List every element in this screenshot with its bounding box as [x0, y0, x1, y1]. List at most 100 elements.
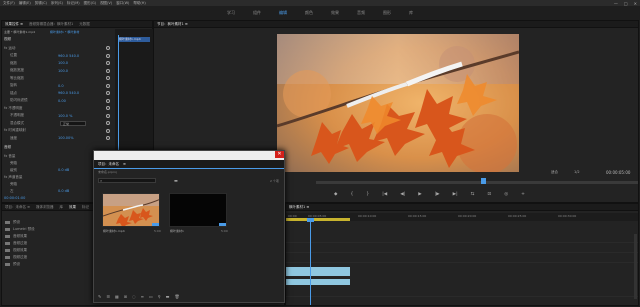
new-item-icon[interactable]: ▭	[149, 294, 153, 299]
track-a2[interactable]	[286, 288, 638, 297]
list-item[interactable]: 视频效果	[5, 247, 35, 254]
list-item[interactable]: 视频过渡	[5, 254, 35, 261]
menu-edit[interactable]: 编辑(E)	[19, 1, 31, 6]
sort-icon[interactable]: ≡	[141, 294, 144, 299]
workspace-graphics[interactable]: 图形	[383, 10, 391, 16]
reset-icon[interactable]	[106, 68, 110, 73]
effect-property-value[interactable]: 100.0	[58, 69, 68, 73]
workspace-assembly[interactable]: 组件	[253, 10, 261, 16]
fit-dropdown[interactable]: 适合	[551, 170, 558, 175]
reset-icon[interactable]	[106, 98, 110, 103]
list-view-icon[interactable]: ☰	[106, 294, 110, 299]
workspace-audio[interactable]: 音频	[357, 10, 365, 16]
reset-icon[interactable]	[106, 46, 110, 50]
playhead-handle[interactable]	[307, 218, 314, 222]
tab-effects[interactable]: 效果	[69, 205, 76, 210]
tab-media-browser[interactable]: 媒体浏览器	[36, 205, 54, 210]
maximize-button[interactable]: □	[624, 1, 628, 6]
reset-icon[interactable]	[106, 113, 110, 118]
program-scrub-bar[interactable]	[316, 181, 638, 184]
menu-clip[interactable]: 剪辑(C)	[35, 1, 47, 6]
lift-button[interactable]: ⇆	[471, 192, 475, 197]
menu-graphics[interactable]: 图形(G)	[84, 1, 96, 6]
close-window-button[interactable]: ✕	[634, 1, 637, 6]
extract-button[interactable]: ⊡	[487, 192, 491, 197]
trash-icon[interactable]: 🗑	[174, 294, 179, 299]
effect-property-value[interactable]: 100.0 %	[58, 114, 72, 118]
media-thumbnail-video[interactable]	[102, 193, 160, 227]
track-v1[interactable]	[286, 254, 638, 263]
new-bin-icon[interactable]: ▬	[174, 178, 178, 183]
menu-view[interactable]: 视图(V)	[100, 1, 112, 6]
work-area-bar[interactable]	[286, 218, 350, 221]
reset-icon[interactable]	[106, 106, 110, 110]
search-input[interactable]	[98, 178, 156, 183]
list-item[interactable]: 音频过渡	[5, 240, 35, 247]
track-v2[interactable]	[286, 244, 638, 253]
find-icon[interactable]: ⚲	[158, 294, 161, 299]
video-clip[interactable]	[286, 267, 350, 276]
effect-property-value[interactable]: 960.0 540.0	[58, 54, 79, 58]
tab-metadata[interactable]: 元数据	[79, 22, 90, 27]
effect-property-value[interactable]: 0.00	[58, 99, 66, 103]
freeform-view-icon[interactable]: ⊞	[124, 294, 127, 299]
tab-project-untitled[interactable]: 项目：未命名	[98, 162, 119, 167]
icon-view-icon[interactable]: ▦	[115, 294, 119, 299]
menu-help[interactable]: 帮助(H)	[133, 1, 145, 6]
blend-mode-dropdown[interactable]: 正常	[60, 120, 86, 126]
reset-icon[interactable]	[106, 91, 110, 95]
audio-clip[interactable]	[286, 279, 350, 285]
menu-sequence[interactable]: 序列(S)	[51, 1, 63, 6]
program-playhead[interactable]	[481, 178, 487, 184]
list-item[interactable]: 预设	[5, 261, 35, 268]
workspace-editing[interactable]: 编辑	[279, 10, 287, 16]
track-v3[interactable]	[286, 234, 638, 243]
reset-icon[interactable]	[106, 61, 110, 65]
export-frame-button[interactable]: ◎	[504, 192, 508, 197]
mark-out-button[interactable]: }	[366, 192, 369, 197]
effects-clip-bar[interactable]: 枫叶素材1.mp4	[118, 37, 150, 42]
play-button[interactable]: ▶	[418, 192, 421, 197]
panel-menu-icon[interactable]: ≡	[123, 162, 126, 166]
thumbnail-label[interactable]: 枫叶素材1	[170, 229, 184, 233]
mark-in-button[interactable]: {	[350, 192, 353, 197]
menu-file[interactable]: 文件(F)	[3, 1, 15, 6]
clip-reference[interactable]: 枫叶素材1 * 枫叶素材	[50, 30, 79, 34]
audio-property-value[interactable]: 0.0 dB	[58, 168, 69, 172]
step-forward-button[interactable]: |▶	[435, 192, 440, 197]
reset-icon[interactable]	[106, 53, 110, 58]
tab-project[interactable]: 项目：未命名 ≡	[5, 205, 30, 210]
tab-markers[interactable]: 标记	[82, 205, 89, 210]
effect-property-value[interactable]: 100.0	[58, 61, 68, 65]
reset-icon[interactable]	[106, 76, 110, 80]
media-thumbnail-sequence[interactable]	[169, 193, 227, 227]
timeline-scrollbar[interactable]	[634, 234, 637, 299]
list-item[interactable]: Lumetri 预设	[5, 226, 35, 233]
window-titlebar[interactable]	[94, 151, 284, 160]
thumbnail-label[interactable]: 枫叶素材1.mp4	[103, 229, 125, 233]
workspace-color[interactable]: 颜色	[305, 10, 313, 16]
list-item[interactable]: 预设	[5, 219, 35, 226]
tab-libraries[interactable]: 库	[60, 205, 64, 210]
new-bin-icon[interactable]: ▬	[166, 294, 170, 299]
audio-property-value[interactable]: 0.0 dB	[58, 189, 69, 193]
button-editor-button[interactable]: +	[521, 192, 525, 197]
close-icon[interactable]: ✕	[275, 151, 284, 158]
list-item[interactable]: 音频效果	[5, 233, 35, 240]
reset-icon[interactable]	[106, 136, 110, 140]
menu-window[interactable]: 窗口(W)	[116, 1, 129, 6]
workspace-effects[interactable]: 效果	[331, 10, 339, 16]
reset-icon[interactable]	[106, 83, 110, 88]
tab-audio-mixer[interactable]: 音频剪辑混合器：枫叶素材1	[29, 22, 73, 27]
timeline-playhead[interactable]	[310, 221, 311, 305]
tab-effect-controls[interactable]: 效果控件 ≡	[5, 22, 23, 27]
reset-icon[interactable]	[106, 121, 110, 125]
reset-icon[interactable]	[106, 128, 110, 133]
tab-sequence[interactable]: 枫叶素材1 ≡	[289, 205, 309, 210]
go-to-in-button[interactable]: |◀	[382, 192, 387, 197]
go-to-out-button[interactable]: ▶|	[453, 192, 458, 197]
menu-marker[interactable]: 标记(M)	[67, 1, 80, 6]
minimize-button[interactable]: —	[614, 1, 618, 6]
workspace-libraries[interactable]: 库	[409, 10, 413, 16]
effect-property-value[interactable]: 100.00%	[58, 136, 74, 140]
